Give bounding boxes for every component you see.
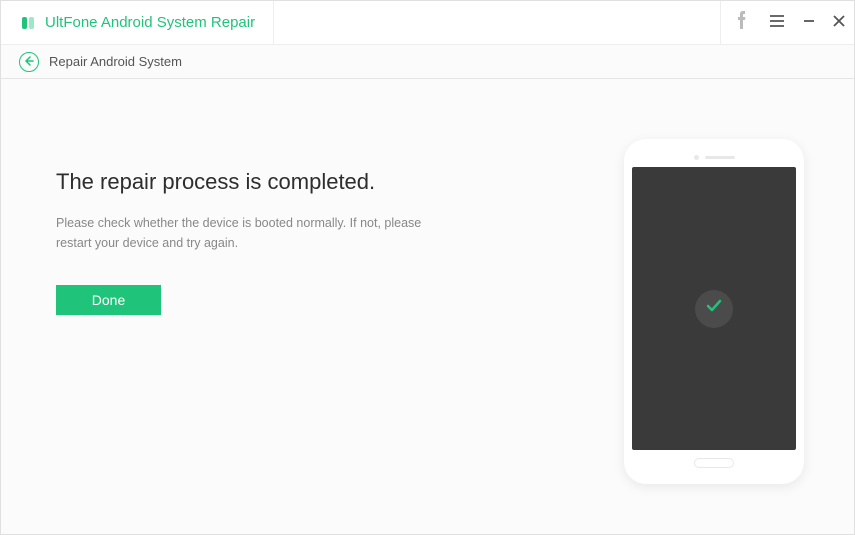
done-button[interactable]: Done [56, 285, 161, 315]
phone-illustration [624, 139, 804, 484]
phone-top [632, 147, 796, 167]
titlebar-divider [273, 1, 274, 45]
completion-heading: The repair process is completed. [56, 169, 584, 195]
titlebar-controls [720, 1, 854, 44]
back-button[interactable] [19, 52, 39, 72]
close-icon [833, 14, 845, 32]
phone-speaker-icon [705, 156, 735, 159]
check-icon [704, 296, 724, 321]
illustration-column [624, 139, 804, 494]
app-title: UltFone Android System Repair [45, 14, 255, 31]
titlebar: UltFone Android System Repair [1, 1, 854, 45]
titlebar-left: UltFone Android System Repair [1, 14, 255, 32]
close-button[interactable] [824, 1, 854, 45]
success-check-circle [695, 290, 733, 328]
phone-bottom [632, 450, 796, 476]
facebook-icon [735, 10, 747, 35]
message-column: The repair process is completed. Please … [56, 139, 584, 494]
back-arrow-icon [24, 53, 34, 71]
minimize-button[interactable] [794, 1, 824, 45]
subheader-title: Repair Android System [49, 54, 182, 69]
phone-home-button-icon [694, 458, 734, 468]
subheader: Repair Android System [1, 45, 854, 79]
minimize-icon [803, 14, 815, 32]
app-logo-icon [19, 14, 37, 32]
facebook-button[interactable] [720, 1, 760, 45]
phone-screen [632, 167, 796, 450]
phone-camera-icon [694, 155, 699, 160]
menu-icon [770, 14, 784, 32]
app-window: UltFone Android System Repair [0, 0, 855, 535]
menu-button[interactable] [760, 1, 794, 45]
completion-subtext: Please check whether the device is boote… [56, 213, 456, 253]
main-content: The repair process is completed. Please … [1, 79, 854, 534]
